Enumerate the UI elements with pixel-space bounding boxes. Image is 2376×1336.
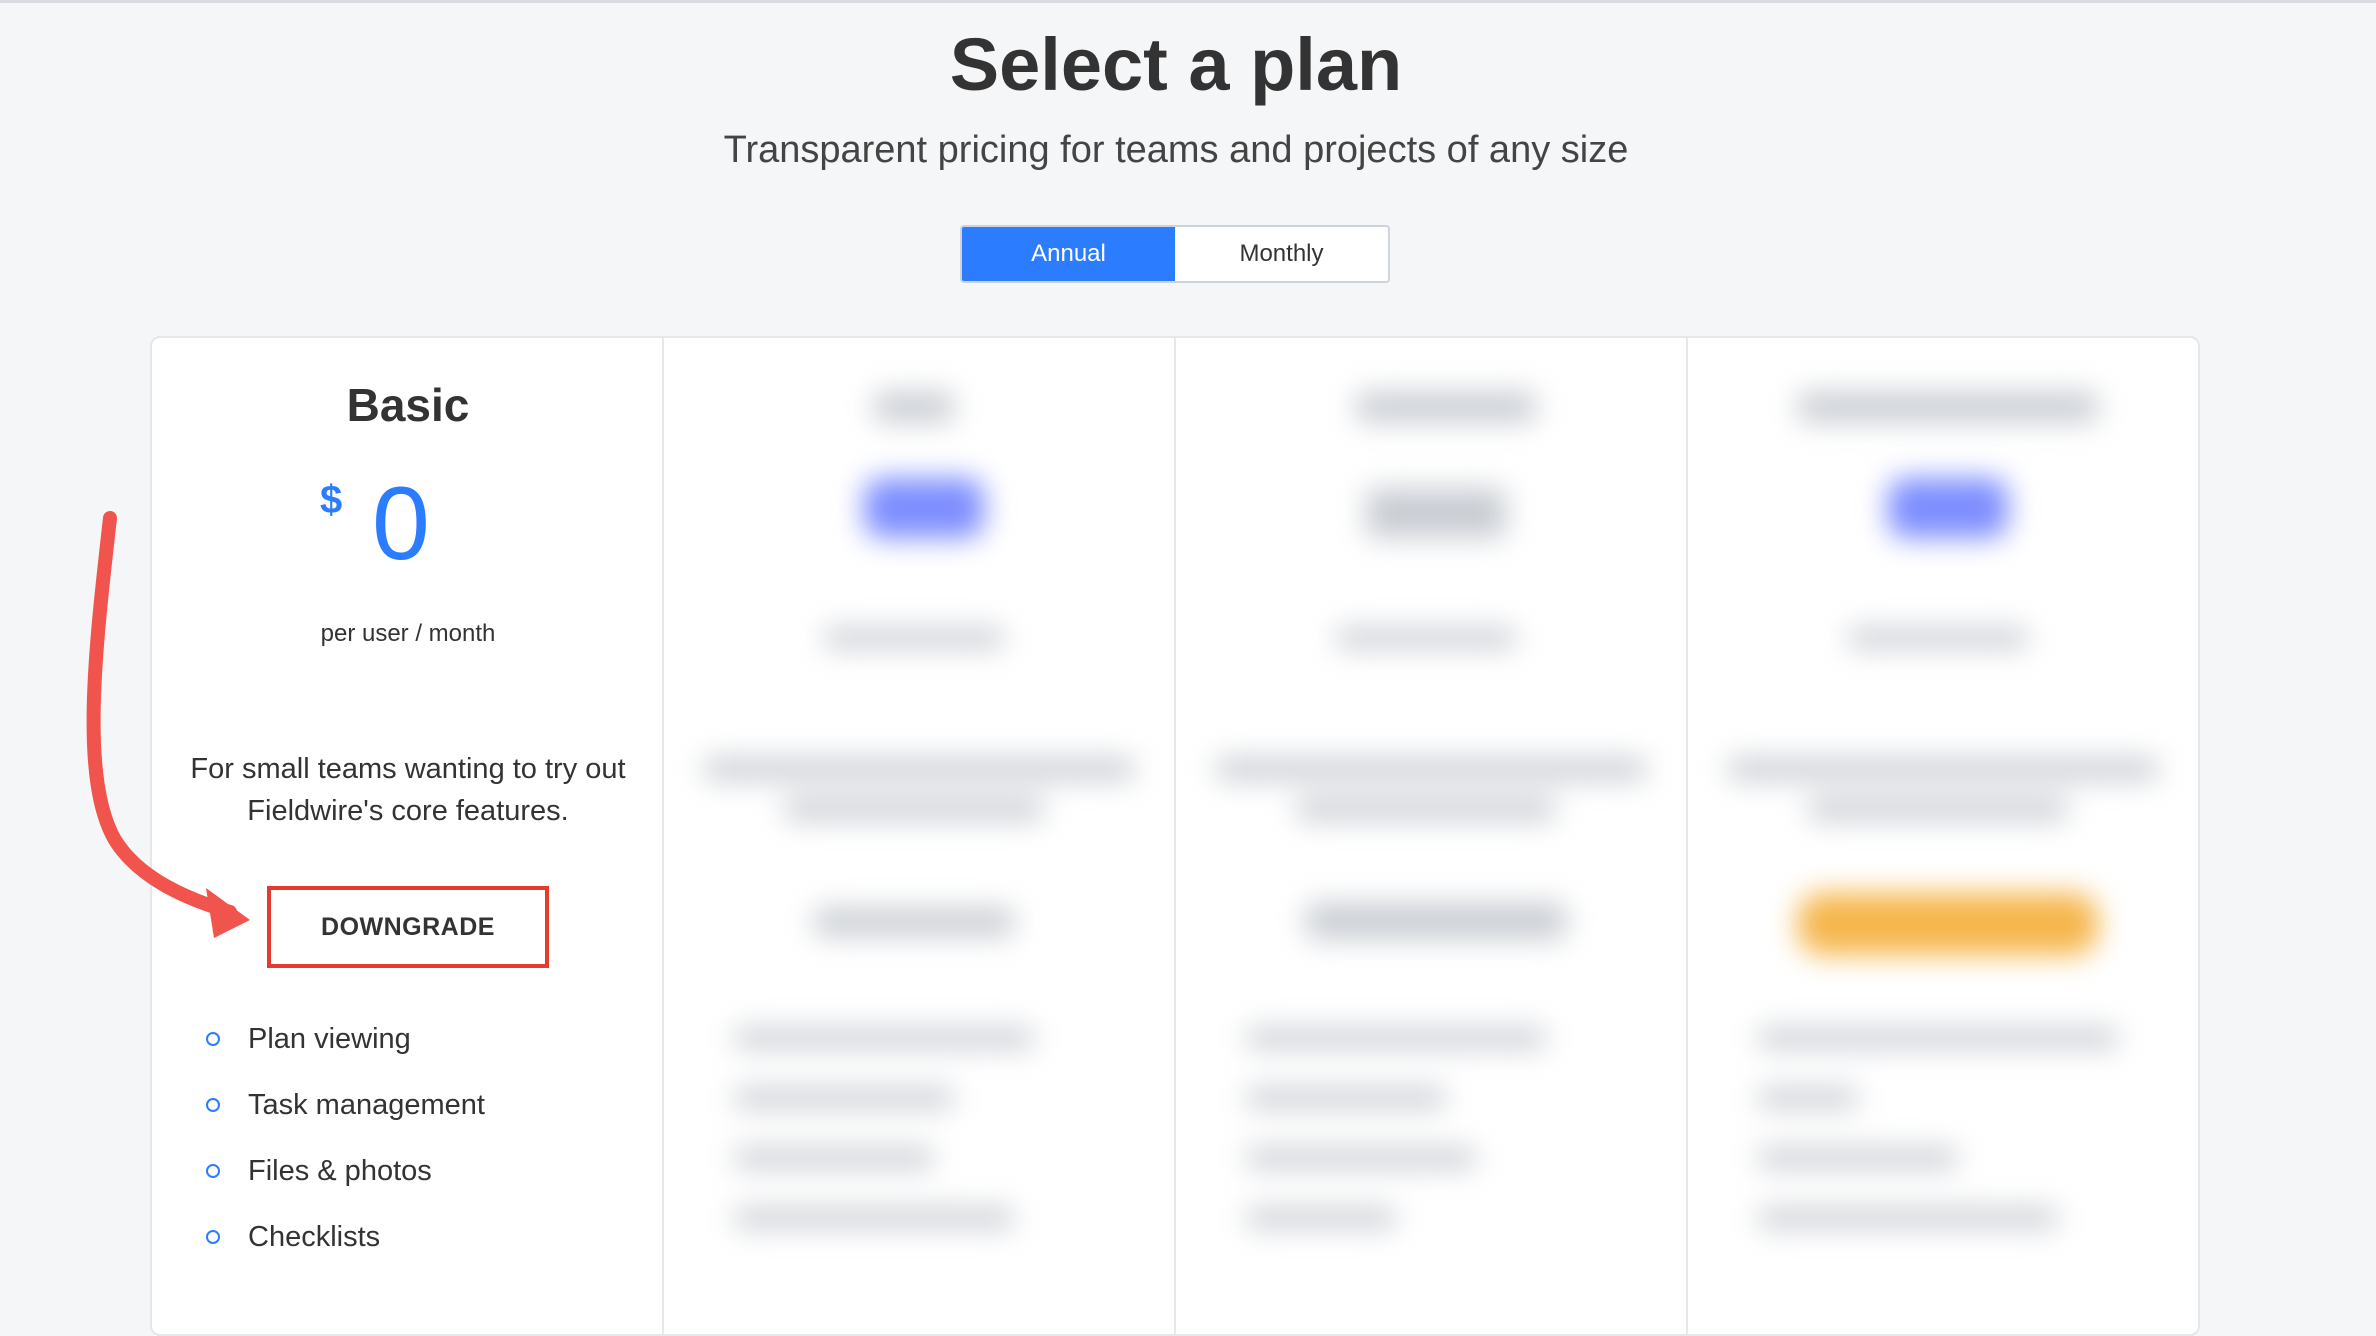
- blurred-plan-content: [1688, 338, 2198, 1334]
- feature-item: Plan viewing: [152, 1006, 664, 1072]
- annual-toggle-button[interactable]: Annual: [962, 227, 1175, 281]
- plan-column-blurred: [664, 338, 1176, 1334]
- plan-basic-column: Basic $ 0 per user / month For small tea…: [152, 338, 664, 1334]
- plans-table: Basic $ 0 per user / month For small tea…: [150, 336, 2200, 1336]
- currency-symbol: $: [320, 478, 343, 522]
- monthly-toggle-button[interactable]: Monthly: [1175, 227, 1388, 281]
- price-amount: 0: [372, 466, 430, 582]
- page-title: Select a plan: [949, 23, 1403, 106]
- plan-description: For small teams wanting to try out Field…: [190, 753, 626, 827]
- blurred-plan-content: [1176, 338, 1686, 1334]
- price-period: per user / month: [320, 620, 496, 647]
- plan-feature-list: Plan viewing Task management Files & pho…: [152, 1006, 664, 1270]
- feature-item: Checklists: [152, 1204, 664, 1270]
- feature-item: Task management: [152, 1072, 664, 1138]
- billing-period-toggle: Annual Monthly: [960, 225, 1390, 283]
- feature-label: Plan viewing: [248, 1022, 411, 1055]
- feature-label: Checklists: [248, 1220, 381, 1253]
- plan-price: $ 0: [152, 466, 664, 588]
- bullet-circle-icon: [206, 1098, 220, 1112]
- plan-column-blurred: [1688, 338, 2198, 1334]
- bullet-circle-icon: [206, 1032, 220, 1046]
- plan-column-blurred: [1176, 338, 1688, 1334]
- feature-label: Task management: [248, 1088, 485, 1121]
- bullet-circle-icon: [206, 1164, 220, 1178]
- page-subtitle: Transparent pricing for teams and projec…: [723, 129, 1629, 171]
- blurred-plan-content: [664, 338, 1174, 1334]
- feature-item: Files & photos: [152, 1138, 664, 1204]
- top-divider: [0, 0, 2376, 3]
- feature-label: Files & photos: [248, 1154, 432, 1187]
- plan-name: Basic: [346, 379, 470, 431]
- bullet-circle-icon: [206, 1230, 220, 1244]
- downgrade-button[interactable]: DOWNGRADE: [267, 886, 549, 968]
